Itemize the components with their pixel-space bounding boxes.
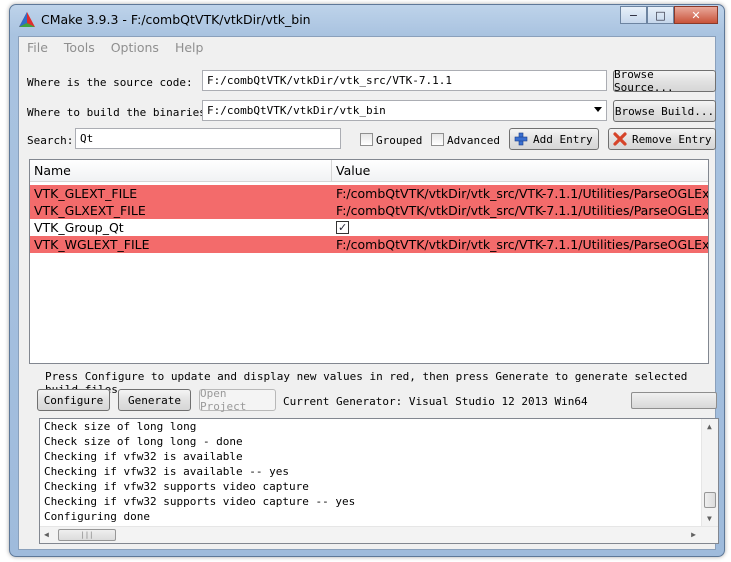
- log-line: Configuring done: [44, 510, 150, 523]
- cmake-logo-icon: [19, 12, 35, 27]
- client-area: File Tools Options Help Where is the sou…: [18, 36, 719, 550]
- table-row[interactable]: VTK_GLEXT_FILE F:/combQtVTK/vtkDir/vtk_s…: [30, 185, 708, 202]
- log-vertical-scrollbar[interactable]: ▲ ▼: [701, 419, 718, 527]
- search-label: Search:: [27, 134, 74, 147]
- progress-bar: [631, 392, 717, 409]
- scroll-right-arrow-icon[interactable]: ▶: [691, 530, 696, 539]
- menu-help[interactable]: Help: [175, 37, 204, 59]
- log-line: Checking if vfw32 is available -- yes: [44, 465, 290, 478]
- log-line: Check size of long long - done: [44, 435, 243, 448]
- row-value[interactable]: F:/combQtVTK/vtkDir/vtk_src/VTK-7.1.1/Ut…: [336, 236, 708, 253]
- grouped-checkbox[interactable]: [360, 133, 373, 146]
- remove-x-icon: [613, 132, 627, 146]
- window-title: CMake 3.9.3 - F:/combQtVTK/vtkDir/vtk_bi…: [41, 12, 311, 27]
- source-label: Where is the source code:: [27, 76, 193, 89]
- table-row[interactable]: VTK_WGLEXT_FILE F:/combQtVTK/vtkDir/vtk_…: [30, 236, 708, 253]
- grouped-label: Grouped: [376, 134, 423, 147]
- menu-tools[interactable]: Tools: [64, 37, 95, 59]
- row-name: VTK_Group_Qt: [34, 220, 124, 235]
- row-name: VTK_GLEXT_FILE: [34, 186, 138, 201]
- table-row[interactable]: VTK_Group_Qt: [30, 219, 708, 236]
- checked-checkbox-icon[interactable]: [336, 219, 349, 236]
- cache-table: Name Value VTK_GLEXT_FILE F:/combQtVTK/v…: [29, 159, 709, 364]
- scroll-down-arrow-icon[interactable]: ▼: [707, 514, 712, 523]
- scroll-left-arrow-icon[interactable]: ◀: [44, 530, 49, 539]
- header-name[interactable]: Name: [30, 160, 71, 182]
- add-entry-label: Add Entry: [533, 132, 593, 146]
- open-project-button[interactable]: Open Project: [199, 387, 276, 413]
- remove-entry-button[interactable]: Remove Entry: [608, 128, 716, 150]
- browse-source-button[interactable]: Browse Source...: [613, 68, 716, 94]
- current-generator: Current Generator: Visual Studio 12 2013…: [283, 395, 588, 408]
- search-input[interactable]: Qt: [75, 128, 341, 149]
- menu-bar: File Tools Options Help: [19, 37, 715, 59]
- output-log[interactable]: Check size of long long Check size of lo…: [39, 418, 719, 544]
- log-line: Checking if vfw32 is available: [44, 450, 243, 463]
- log-line: Checking if vfw32 supports video capture…: [44, 495, 356, 508]
- maximize-button[interactable]: □: [647, 6, 674, 24]
- header-value[interactable]: Value: [332, 160, 370, 182]
- title-bar[interactable]: CMake 3.9.3 - F:/combQtVTK/vtkDir/vtk_bi…: [10, 5, 724, 35]
- horizontal-scroll-thumb[interactable]: |||: [58, 529, 116, 541]
- build-path-value: F:/combQtVTK/vtkDir/vtk_bin: [207, 104, 386, 117]
- row-value[interactable]: F:/combQtVTK/vtkDir/vtk_src/VTK-7.1.1/Ut…: [336, 202, 708, 219]
- row-name: VTK_WGLEXT_FILE: [34, 237, 150, 252]
- remove-entry-label: Remove Entry: [632, 132, 712, 146]
- generate-button[interactable]: Generate: [118, 389, 191, 411]
- menu-file[interactable]: File: [27, 37, 48, 59]
- log-horizontal-scrollbar[interactable]: ◀ ||| ▶: [40, 526, 718, 543]
- configure-button[interactable]: Configure: [37, 389, 110, 411]
- table-row[interactable]: VTK_GLXEXT_FILE F:/combQtVTK/vtkDir/vtk_…: [30, 202, 708, 219]
- chevron-down-icon[interactable]: [594, 107, 602, 112]
- row-name: VTK_GLXEXT_FILE: [34, 203, 146, 218]
- vertical-scroll-thumb[interactable]: [704, 492, 716, 508]
- add-entry-button[interactable]: Add Entry: [509, 128, 599, 150]
- minimize-button[interactable]: −: [620, 6, 647, 24]
- table-header: Name Value: [30, 160, 708, 182]
- row-value-checkbox[interactable]: [336, 219, 708, 236]
- menu-options[interactable]: Options: [111, 37, 159, 59]
- browse-build-button[interactable]: Browse Build...: [613, 100, 716, 122]
- source-path-input[interactable]: F:/combQtVTK/vtkDir/vtk_src/VTK-7.1.1: [202, 70, 607, 91]
- advanced-checkbox[interactable]: [431, 133, 444, 146]
- advanced-label: Advanced: [447, 134, 500, 147]
- row-value[interactable]: F:/combQtVTK/vtkDir/vtk_src/VTK-7.1.1/Ut…: [336, 185, 708, 202]
- plus-icon: [514, 132, 528, 146]
- cmake-window: CMake 3.9.3 - F:/combQtVTK/vtkDir/vtk_bi…: [9, 4, 725, 557]
- build-path-combo[interactable]: F:/combQtVTK/vtkDir/vtk_bin: [202, 100, 607, 121]
- build-label: Where to build the binaries:: [27, 106, 213, 119]
- close-button[interactable]: ✕: [674, 6, 718, 24]
- log-line: Check size of long long: [44, 420, 197, 433]
- log-line: Checking if vfw32 supports video capture: [44, 480, 309, 493]
- scroll-up-arrow-icon[interactable]: ▲: [707, 422, 712, 431]
